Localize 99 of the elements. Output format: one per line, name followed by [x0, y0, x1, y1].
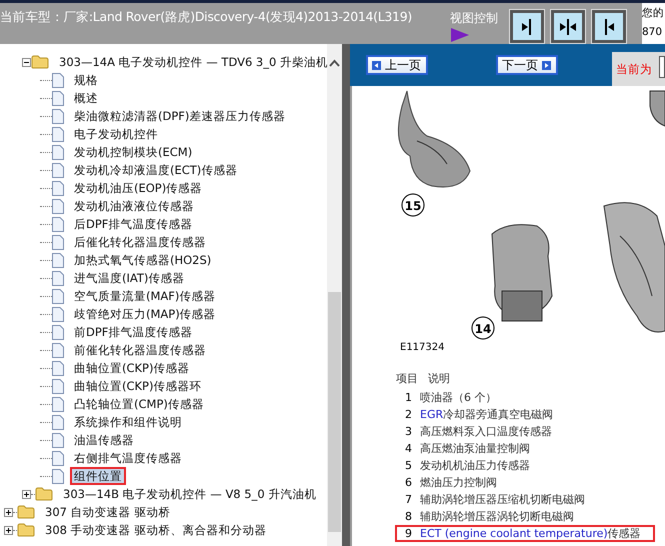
- expand-toggle[interactable]: [22, 490, 31, 498]
- tree-item[interactable]: 规格: [70, 71, 102, 89]
- tree-item[interactable]: 右侧排气温度传感器: [70, 449, 186, 467]
- page-field[interactable]: [659, 56, 665, 78]
- tree-item[interactable]: 柴油微粒滤清器(DPF)差速器压力传感器: [70, 107, 290, 125]
- folder-icon: [35, 487, 53, 501]
- document-icon: [52, 360, 64, 376]
- scroll-up-icon[interactable]: [329, 59, 340, 67]
- document-icon: [52, 234, 64, 250]
- callout-number: 15: [404, 199, 422, 213]
- item-number: 5: [404, 459, 413, 472]
- right-arrow-icon: [542, 60, 551, 70]
- column-header: 说明: [428, 371, 450, 387]
- document-icon: [52, 414, 64, 430]
- triangle-icon: [450, 27, 470, 43]
- tree-item[interactable]: 组件位置: [70, 467, 126, 485]
- item-description: 高压燃油泵油量控制阀: [420, 441, 530, 456]
- document-icon: [52, 288, 64, 304]
- document-icon: [52, 342, 64, 358]
- tree-item[interactable]: 303—14B 电子发动机控件 — V8 5_0 升汽油机: [59, 485, 320, 503]
- document-icon: [52, 396, 64, 412]
- figure-id: E117324: [399, 342, 446, 353]
- prev-page-button[interactable]: 上一页: [366, 55, 428, 75]
- tree-item[interactable]: 发动机油液液位传感器: [70, 197, 198, 215]
- item-number: 9: [404, 527, 413, 540]
- item-description: EGR冷却器旁通真空电磁阀: [420, 407, 554, 422]
- document-icon: [52, 108, 64, 124]
- view-control-label: 视图控制: [450, 10, 498, 27]
- tree-item[interactable]: 曲轴位置(CKP)传感器环: [70, 377, 206, 395]
- item-number: 4: [404, 442, 413, 455]
- column-header: 项目: [396, 371, 418, 387]
- tree-item[interactable]: 加热式氧气传感器(HO2S): [70, 251, 216, 269]
- tree-item[interactable]: 空气质量流量(MAF)传感器: [70, 287, 220, 305]
- item-description: 发动机机油压力传感器: [420, 458, 530, 473]
- document-icon: [52, 162, 64, 178]
- item-number: 6: [404, 476, 413, 489]
- tree-item[interactable]: 后DPF排气温度传感器: [70, 215, 196, 233]
- document-icon: [52, 432, 64, 448]
- folder-icon: [17, 523, 35, 537]
- document-icon: [52, 270, 64, 286]
- tree-item[interactable]: 发动机油压(EOP)传感器: [70, 179, 206, 197]
- callout-circle: [402, 194, 424, 216]
- tree-item[interactable]: 曲轴位置(CKP)传感器: [70, 359, 194, 377]
- document-icon: [52, 144, 64, 160]
- item-number: 7: [404, 493, 413, 506]
- document-icon: [52, 126, 64, 142]
- scrollbar[interactable]: [327, 44, 342, 546]
- document-icon: [52, 90, 64, 106]
- next-page-button[interactable]: 下一页: [496, 55, 558, 75]
- item-description: ECT (engine coolant temperature)传感器: [420, 526, 641, 541]
- item-number: 8: [404, 510, 413, 523]
- tree-item[interactable]: 电子发动机控件: [70, 125, 162, 143]
- vehicle-title: 当前车型：厂家:Land Rover(路虎)Discovery-4(发现4)2013-2014(L319): [0, 8, 413, 26]
- document-icon: [52, 450, 64, 466]
- item-description: 喷油器（6 个）: [420, 390, 496, 405]
- item-description: 辅助涡轮增压器涡轮切断电磁阀: [420, 509, 574, 524]
- tree-item[interactable]: 后催化转化器温度传感器: [70, 233, 210, 251]
- item-number: 1: [404, 391, 413, 404]
- left-arrow-icon: [372, 60, 381, 70]
- document-icon: [52, 252, 64, 268]
- arrow-bar-icon: [557, 16, 579, 36]
- tree-item[interactable]: 发动机控制模块(ECM): [70, 143, 196, 161]
- view-button[interactable]: [551, 10, 585, 43]
- view-button[interactable]: [592, 10, 626, 43]
- tree-item[interactable]: 进气温度(IAT)传感器: [70, 269, 188, 287]
- document-icon: [52, 198, 64, 214]
- tree-item[interactable]: 歧管绝对压力(MAP)传感器: [70, 305, 220, 323]
- document-icon: [52, 216, 64, 232]
- tree-item[interactable]: 油温传感器: [70, 431, 138, 449]
- document-icon: [52, 180, 64, 196]
- tree-item[interactable]: 前DPF排气温度传感器: [70, 323, 196, 341]
- tree-item[interactable]: 前催化转化器温度传感器: [70, 341, 210, 359]
- document-icon: [52, 324, 64, 340]
- current-page-label: 当前为: [615, 62, 652, 76]
- expand-toggle[interactable]: [4, 508, 13, 516]
- info-text: 您的: [642, 6, 665, 21]
- callout-number: 14: [474, 322, 492, 336]
- item-number: 2: [404, 408, 413, 421]
- document-icon: [52, 72, 64, 88]
- tree-item[interactable]: 系统操作和组件说明: [70, 413, 186, 431]
- document-icon: [52, 468, 64, 484]
- tree-item[interactable]: 概述: [70, 89, 102, 107]
- expand-toggle[interactable]: [4, 526, 13, 534]
- view-button[interactable]: [510, 10, 544, 43]
- item-description: 辅助涡轮增压器压缩机切断电磁阀: [420, 492, 585, 507]
- info-text: 870: [642, 25, 664, 40]
- tree-item[interactable]: 308 手动变速器 驱动桥、离合器和分动器: [41, 521, 270, 539]
- folder-icon: [31, 55, 49, 69]
- collapse-toggle[interactable]: [22, 58, 31, 66]
- folder-icon: [17, 505, 35, 519]
- document-icon: [52, 378, 64, 394]
- item-description: 高压燃料泵入口温度传感器: [420, 424, 552, 439]
- tree-item[interactable]: 发动机冷却液温度(ECT)传感器: [70, 161, 242, 179]
- callout-circle: [472, 316, 494, 340]
- tree-item[interactable]: 凸轮轴位置(CMP)传感器: [70, 395, 208, 413]
- document-icon: [52, 306, 64, 322]
- item-number: 3: [404, 425, 413, 438]
- tree-item[interactable]: 307 自动变速器 驱动桥: [41, 503, 174, 521]
- item-description: 燃油压力控制阀: [420, 475, 497, 490]
